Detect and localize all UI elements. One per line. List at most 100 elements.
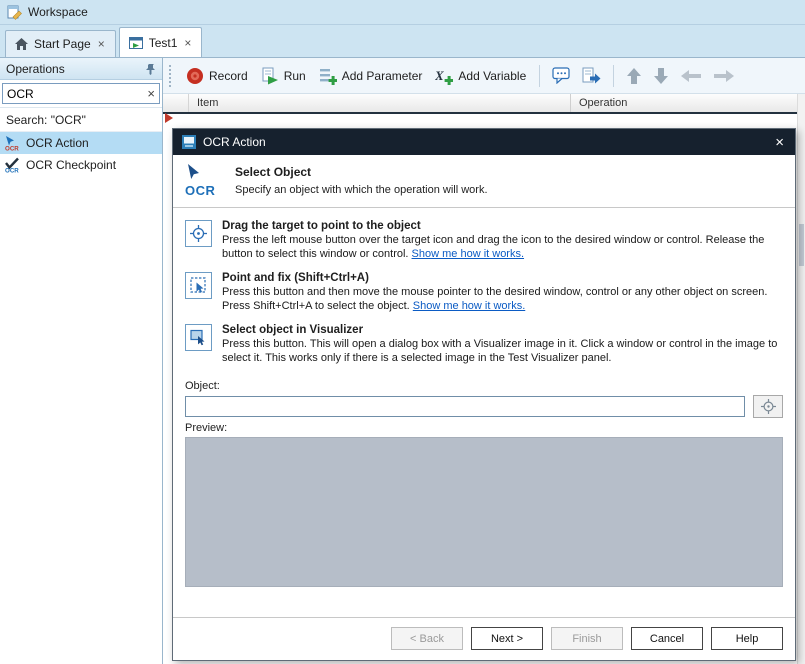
section-text-body: Press this button. This will open a dial… xyxy=(222,338,777,364)
document-arrow-icon xyxy=(582,67,601,84)
help-button[interactable]: Help xyxy=(711,627,783,650)
tab-label: Start Page xyxy=(34,37,91,51)
toolbar-separator xyxy=(539,65,540,87)
section-text: Press the left mouse button over the tar… xyxy=(222,234,783,261)
run-label: Run xyxy=(284,69,306,83)
tab-start-page[interactable]: Start Page × xyxy=(5,30,116,57)
dialog-titlebar[interactable]: OCR Action × xyxy=(173,129,795,155)
vertical-scrollbar[interactable] xyxy=(797,94,805,664)
finish-button[interactable]: Finish xyxy=(551,627,623,650)
current-row-marker-icon xyxy=(165,113,173,123)
ocr-logo: OCR xyxy=(185,163,223,198)
move-down-button[interactable] xyxy=(650,64,672,88)
list-item-label: OCR Checkpoint xyxy=(26,158,116,172)
list-item-label: OCR Action xyxy=(26,136,89,150)
add-parameter-button[interactable]: Add Parameter xyxy=(315,64,427,88)
operations-search-row: × xyxy=(0,80,162,108)
dialog-icon xyxy=(182,135,196,149)
ocr-checkpoint-icon: OCR xyxy=(4,157,20,173)
pin-icon[interactable] xyxy=(145,63,156,75)
cancel-button[interactable]: Cancel xyxy=(631,627,703,650)
svg-text:OCR: OCR xyxy=(5,168,19,174)
section-drag-target: Drag the target to point to the object P… xyxy=(185,220,783,261)
ocr-logo-text: OCR xyxy=(185,183,223,198)
test-icon xyxy=(129,37,143,49)
search-input[interactable] xyxy=(7,87,147,101)
dialog-title: OCR Action xyxy=(203,135,766,149)
preview-area xyxy=(185,437,783,587)
dialog-intro: OCR Select Object Specify an object with… xyxy=(173,155,795,208)
select-in-visualizer-button[interactable] xyxy=(185,324,212,351)
dialog-body: Drag the target to point to the object P… xyxy=(173,208,795,617)
point-and-fix-button[interactable] xyxy=(185,272,212,299)
arrow-right-icon xyxy=(713,69,735,83)
comment-icon xyxy=(552,67,571,84)
toolbar-grip[interactable] xyxy=(169,65,174,87)
move-up-button[interactable] xyxy=(623,64,645,88)
show-me-how-link[interactable]: Show me how it works. xyxy=(413,300,525,312)
dialog-footer: < Back Next > Finish Cancel Help xyxy=(173,617,795,660)
preview-label: Preview: xyxy=(185,422,783,434)
scrollbar-thumb[interactable] xyxy=(799,224,804,266)
next-button[interactable]: Next > xyxy=(471,627,543,650)
section-point-and-fix: Point and fix (Shift+Ctrl+A) Press this … xyxy=(185,272,783,313)
record-icon xyxy=(186,67,204,85)
operations-search-box: × xyxy=(2,83,160,104)
column-header-operation[interactable]: Operation xyxy=(571,94,805,112)
add-variable-button[interactable]: X Add Variable xyxy=(431,64,530,88)
workspace-icon xyxy=(7,5,22,20)
operations-panel-title: Operations xyxy=(6,62,65,76)
object-input[interactable] xyxy=(185,396,745,417)
list-item-ocr-action[interactable]: OCR OCR Action xyxy=(0,132,162,154)
drag-target-button[interactable] xyxy=(185,220,212,247)
export-to-code-button[interactable] xyxy=(579,64,604,87)
document-tab-bar: Start Page × Test1 × xyxy=(0,25,805,58)
record-label: Record xyxy=(209,69,248,83)
test-grid-header: Item Operation xyxy=(163,94,805,114)
run-button[interactable]: Run xyxy=(257,64,310,88)
svg-text:X: X xyxy=(435,68,444,83)
section-text: Press this button and then move the mous… xyxy=(222,286,783,313)
list-item-ocr-checkpoint[interactable]: OCR OCR Checkpoint xyxy=(0,154,162,176)
tab-close-icon[interactable]: × xyxy=(183,36,192,50)
run-icon xyxy=(261,67,279,85)
search-results-caption: Search: "OCR" xyxy=(0,108,162,132)
home-icon xyxy=(15,38,28,50)
close-icon[interactable]: × xyxy=(773,134,786,151)
tab-label: Test1 xyxy=(149,36,178,50)
section-title: Select object in Visualizer xyxy=(222,324,783,336)
column-header-item[interactable]: Item xyxy=(189,94,571,112)
clear-search-icon[interactable]: × xyxy=(147,86,155,101)
show-me-how-link[interactable]: Show me how it works. xyxy=(412,248,524,260)
dialog-subheading: Specify an object with which the operati… xyxy=(235,184,488,196)
back-button[interactable]: < Back xyxy=(391,627,463,650)
indent-right-button[interactable] xyxy=(710,66,738,86)
operations-panel-header: Operations xyxy=(0,58,162,80)
toolbar-separator xyxy=(613,65,614,87)
tab-test1[interactable]: Test1 × xyxy=(119,27,203,57)
ocr-action-dialog: OCR Action × OCR Select Object Specify a… xyxy=(172,128,796,661)
tab-close-icon[interactable]: × xyxy=(97,37,106,51)
object-field-label: Object: xyxy=(185,380,783,392)
indent-left-button[interactable] xyxy=(677,66,705,86)
grid-gutter xyxy=(163,94,189,112)
object-field-row xyxy=(185,395,783,418)
add-parameter-label: Add Parameter xyxy=(342,69,423,83)
ocr-action-icon: OCR xyxy=(4,135,20,151)
operations-list: OCR OCR Action OCR OCR Checkpoint xyxy=(0,132,162,664)
add-comment-button[interactable] xyxy=(549,64,574,87)
arrow-up-icon xyxy=(626,67,642,85)
add-parameter-icon xyxy=(319,67,337,85)
section-title: Drag the target to point to the object xyxy=(222,220,783,232)
arrow-left-icon xyxy=(680,69,702,83)
svg-text:OCR: OCR xyxy=(5,146,19,152)
section-text: Press this button. This will open a dial… xyxy=(222,338,783,365)
object-picker-button[interactable] xyxy=(753,395,783,418)
dialog-heading: Select Object xyxy=(235,165,488,179)
section-select-in-visualizer: Select object in Visualizer Press this b… xyxy=(185,324,783,365)
record-button[interactable]: Record xyxy=(182,64,252,88)
section-title: Point and fix (Shift+Ctrl+A) xyxy=(222,272,783,284)
add-variable-label: Add Variable xyxy=(458,69,526,83)
arrow-down-icon xyxy=(653,67,669,85)
window-titlebar: Workspace xyxy=(0,0,805,25)
